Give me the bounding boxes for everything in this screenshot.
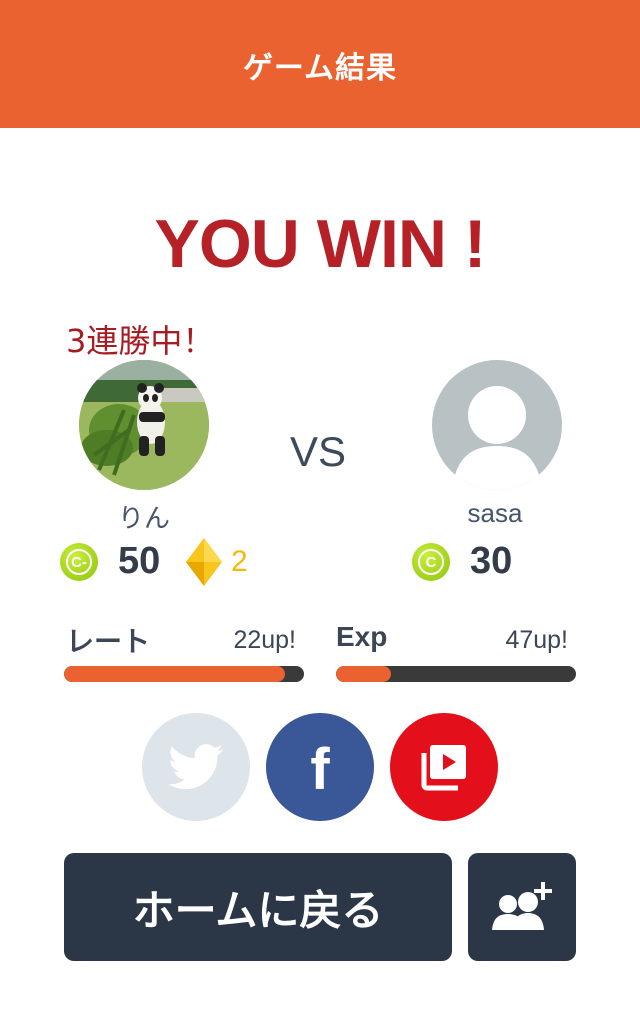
versus-label: VS (290, 428, 347, 475)
win-streak-text: 3連勝中！ (66, 322, 215, 360)
header-bar: ゲーム結果 (0, 0, 640, 128)
result-title: YOU WIN ! (154, 206, 487, 282)
opponent-coins: 30 (470, 540, 513, 582)
player-name: りん (117, 504, 170, 534)
coin-icon: C (412, 543, 450, 581)
exp-label: Exp (336, 621, 388, 652)
back-home-button[interactable]: ホームに戻る (64, 853, 452, 961)
add-friend-button[interactable] (468, 853, 576, 961)
facebook-share-button[interactable]: f (266, 713, 374, 821)
diamond-icon (186, 538, 222, 586)
coin-icon-label: C- (66, 549, 92, 575)
player-avatar (79, 360, 209, 490)
opponent-name: sasa (467, 498, 523, 528)
video-icon (421, 745, 466, 791)
rate-up-text: 22up! (233, 626, 296, 654)
facebook-icon: f (310, 736, 330, 802)
add-friend-icon (492, 882, 552, 930)
coin-icon: C- (60, 543, 98, 581)
exp-progress-bar (336, 666, 576, 682)
exp-progress-fill (336, 666, 392, 682)
page-title: ゲーム結果 (242, 51, 398, 86)
video-share-button[interactable] (390, 713, 498, 821)
coin-icon-label: C (418, 549, 444, 575)
rate-progress-fill (64, 666, 285, 682)
rate-progress-bar (64, 666, 304, 682)
rate-label: レート (66, 625, 151, 658)
player-gems: 2 (231, 545, 248, 578)
opponent-avatar (432, 360, 562, 490)
twitter-icon (168, 744, 224, 790)
player-coins: 50 (118, 540, 161, 582)
twitter-share-button[interactable] (142, 713, 250, 821)
exp-up-text: 47up! (505, 626, 568, 654)
